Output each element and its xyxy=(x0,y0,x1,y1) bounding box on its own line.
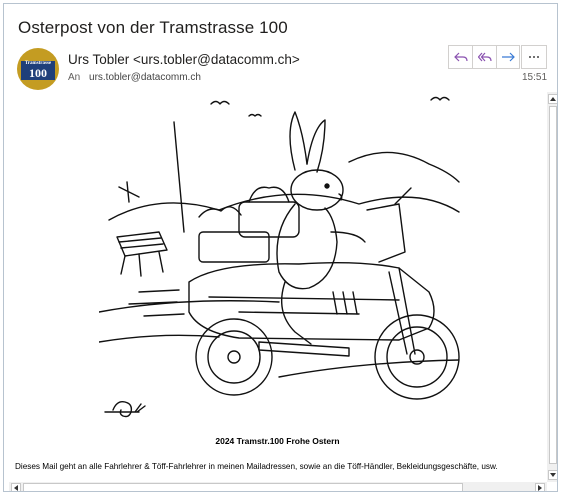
message-text: Dieses Mail geht an alle Fahrlehrer & Tö… xyxy=(15,462,498,471)
horizontal-scrollbar[interactable] xyxy=(9,482,547,491)
reply-all-button[interactable] xyxy=(472,45,496,69)
forward-button[interactable] xyxy=(496,45,520,69)
message-body: 2024 Tramstr.100 Frohe Ostern Dieses Mai… xyxy=(9,92,546,482)
vertical-scroll-thumb[interactable] xyxy=(549,106,557,464)
received-time: 15:51 xyxy=(522,72,548,83)
forward-icon xyxy=(502,52,515,62)
more-icon xyxy=(529,56,539,58)
sender-name[interactable]: Urs Tobler <urs.tobler@datacomm.ch> xyxy=(68,52,300,67)
reply-all-icon xyxy=(477,52,492,62)
reply-icon xyxy=(453,52,468,62)
avatar-line-2: 100 xyxy=(21,67,55,80)
email-subject: Osterpost von der Tramstrasse 100 xyxy=(18,18,288,37)
horizontal-scroll-thumb[interactable] xyxy=(23,483,463,491)
scroll-left-button[interactable] xyxy=(11,483,21,491)
recipient-address[interactable]: urs.tobler@datacomm.ch xyxy=(89,72,201,83)
illustration-caption: 2024 Tramstr.100 Frohe Ostern xyxy=(215,436,340,446)
arrow-up-icon xyxy=(550,97,556,101)
message-actions xyxy=(448,45,520,69)
to-label: An xyxy=(68,72,81,83)
reply-button[interactable] xyxy=(448,45,472,69)
scroll-down-button[interactable] xyxy=(548,470,557,480)
arrow-right-icon xyxy=(538,484,542,491)
scroll-right-button[interactable] xyxy=(535,483,545,491)
arrow-down-icon xyxy=(550,473,556,477)
sender-avatar[interactable]: Tramstrasse 100 xyxy=(17,48,59,90)
scroll-up-button[interactable] xyxy=(548,94,557,104)
arrow-left-icon xyxy=(14,484,18,491)
recipient-row: An urs.tobler@datacomm.ch xyxy=(68,72,201,83)
vertical-scrollbar[interactable] xyxy=(547,92,557,482)
more-button[interactable] xyxy=(521,45,547,69)
easter-bunny-motorcycle-illustration xyxy=(99,96,460,418)
email-window: Osterpost von der Tramstrasse 100 Tramst… xyxy=(3,3,558,492)
